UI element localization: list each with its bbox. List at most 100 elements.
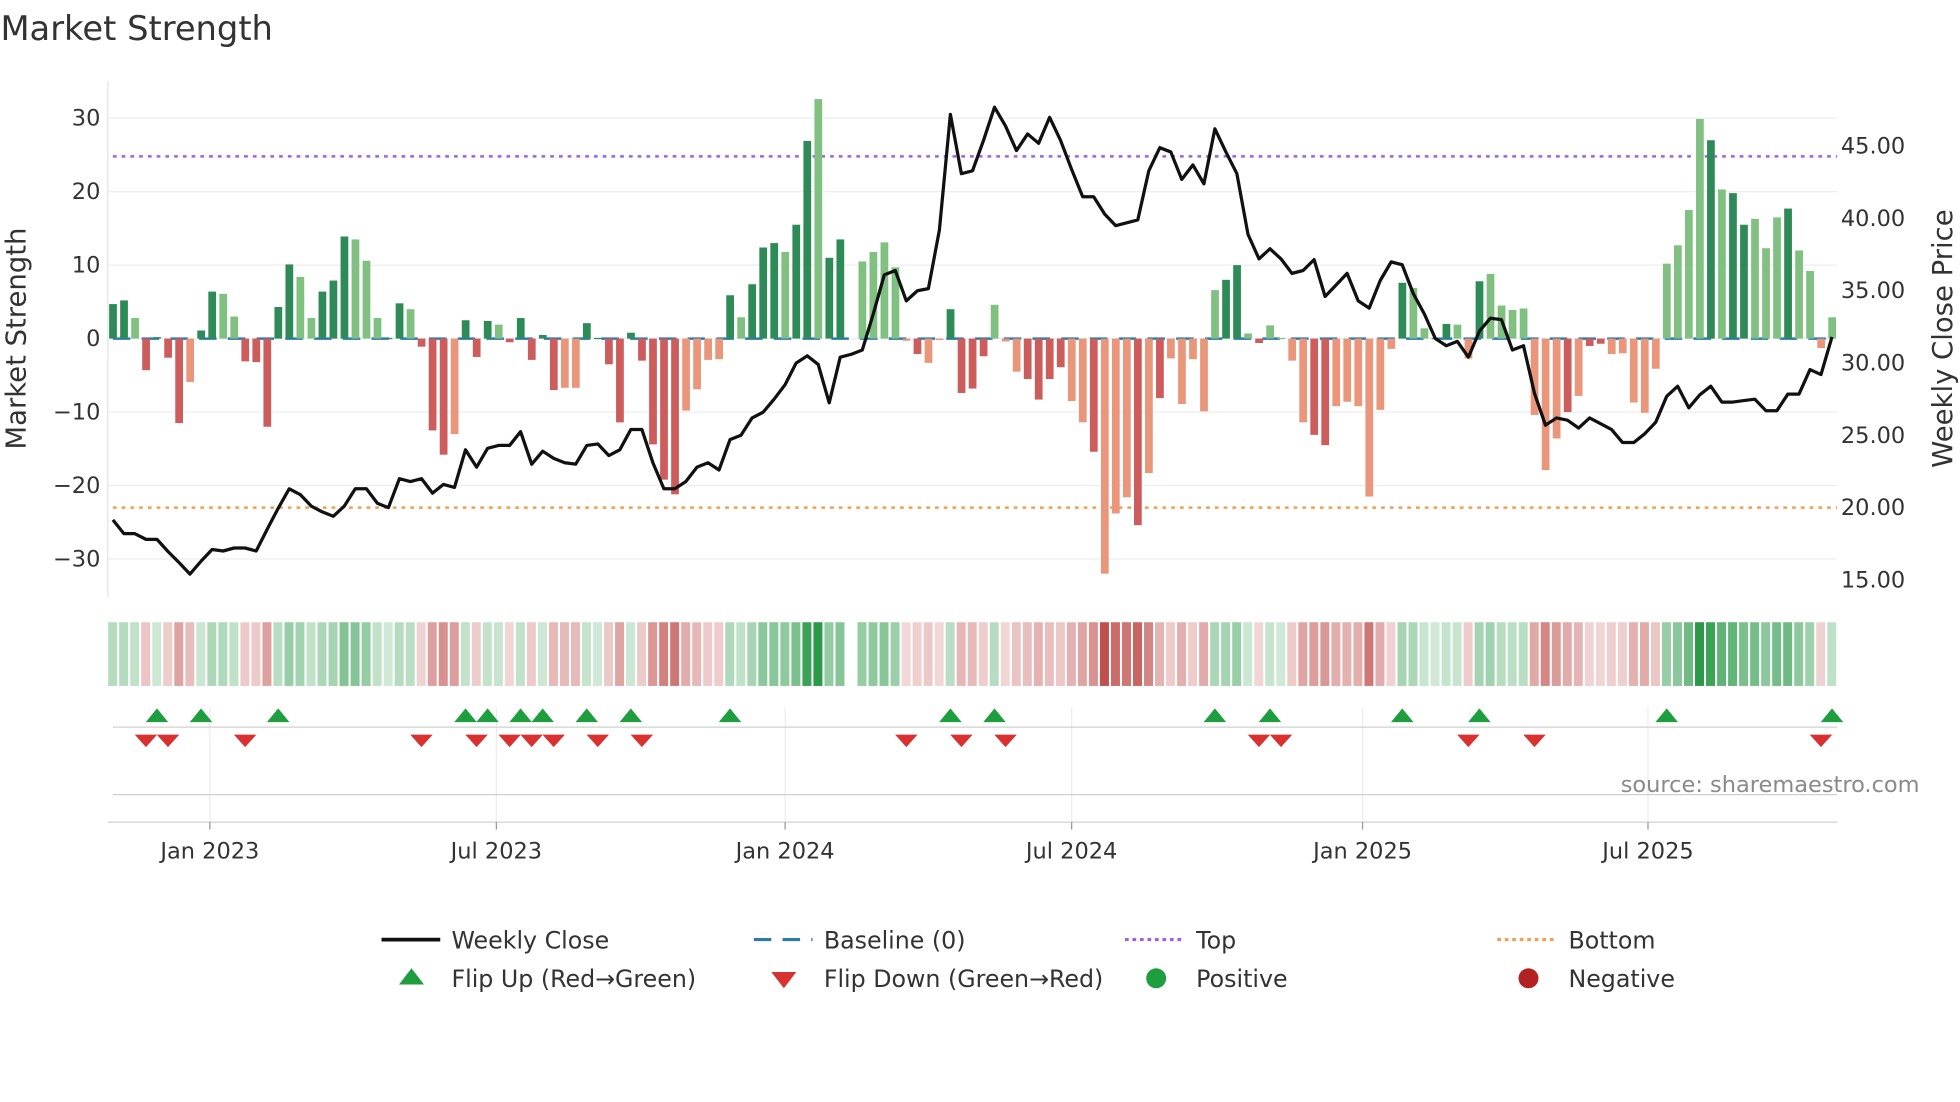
y2-tick-label: 35.00 (1841, 278, 1905, 304)
strength-bar (219, 293, 228, 339)
strength-bar (1420, 328, 1429, 339)
heatmap-cell (1827, 622, 1837, 686)
strength-bar (990, 304, 999, 339)
heatmap-cell (1166, 622, 1176, 686)
strength-bar (1156, 338, 1164, 399)
heatmap-cell (1496, 622, 1506, 686)
strength-bar (627, 332, 635, 339)
strength-bar (263, 338, 272, 427)
legend-item-flip-up: Flip Up (Red→Green) (399, 965, 696, 993)
flip-up-marker (1468, 708, 1491, 723)
heatmap-cell (1199, 622, 1209, 686)
strength-bar (814, 99, 823, 339)
y-tick-label: −20 (53, 473, 100, 499)
heatmap-cell (328, 622, 338, 686)
strength-bar (1685, 210, 1693, 339)
heatmap-cell (802, 622, 812, 686)
strength-bar (461, 320, 470, 339)
strength-bar (693, 338, 701, 390)
strength-bar (1519, 308, 1528, 339)
strength-bar (241, 338, 250, 362)
legend-label: Negative (1568, 965, 1674, 993)
strength-bar (527, 338, 536, 360)
heatmap-cell (879, 622, 889, 686)
strength-bar (1178, 338, 1186, 404)
strength-bar (660, 338, 668, 480)
heatmap-cell (1320, 622, 1330, 686)
heatmap-cell (670, 622, 680, 686)
flip-up-marker (476, 708, 499, 723)
strength-bar (1056, 338, 1065, 368)
strength-bar (1552, 338, 1561, 439)
heatmap-cell (350, 622, 360, 686)
flip-down-marker (630, 734, 654, 748)
strength-bar (1233, 265, 1241, 339)
heatmap-cell (1408, 622, 1418, 686)
strength-bar (1762, 248, 1770, 339)
strength-bar (549, 338, 558, 391)
heatmap-cell (1728, 622, 1738, 686)
heatmap-cell (1783, 622, 1793, 686)
strength-bar (649, 338, 657, 445)
circle-icon (1518, 968, 1539, 989)
flip-up-marker (454, 708, 477, 723)
strength-bar (1310, 338, 1319, 435)
heatmap-cell (108, 622, 118, 686)
heatmap-cell (1816, 622, 1826, 686)
flip-down-marker (994, 734, 1017, 748)
strength-bar (902, 338, 911, 341)
flip-up-marker (509, 708, 532, 723)
heatmap-cell (1077, 622, 1087, 686)
heatmap-cell (152, 622, 162, 686)
strength-bar (285, 264, 294, 339)
strength-bar (1100, 338, 1109, 574)
strength-bar (1255, 338, 1263, 344)
heatmap-cell (174, 622, 184, 686)
flip-down-marker (1269, 734, 1293, 748)
heatmap-cell (659, 622, 669, 686)
strength-bar (252, 338, 261, 363)
flip-down-marker (520, 734, 543, 748)
strength-bar (803, 140, 812, 339)
strength-bar (472, 338, 481, 357)
flip-down-marker (950, 734, 973, 748)
strength-bar (1585, 338, 1594, 346)
strength-bar (1111, 338, 1120, 514)
flip-down-marker (134, 734, 158, 748)
strength-bar (175, 338, 184, 424)
strength-bar (770, 243, 779, 339)
heatmap-cell (1243, 622, 1253, 686)
flip-up-marker (531, 708, 554, 723)
heatmap-cell (791, 622, 801, 686)
heatmap-cell (1452, 622, 1462, 686)
heatmap-cell (1397, 622, 1407, 686)
triangle-down-icon (771, 972, 797, 989)
strength-bar (1321, 338, 1330, 446)
y-tick-label: 10 (72, 253, 101, 279)
x-tick-label: Jan 2025 (1311, 838, 1412, 864)
heatmap-cell (1353, 622, 1363, 686)
strength-bar (968, 338, 977, 389)
heatmap-cell (251, 622, 261, 686)
strength-bar (120, 300, 128, 339)
strength-bar (1045, 338, 1054, 380)
heatmap-cell (295, 622, 305, 686)
strength-bar (1200, 338, 1208, 412)
heatmap-cell (1419, 622, 1429, 686)
strength-bar (329, 280, 338, 339)
heatmap-cell (1331, 622, 1341, 686)
legend-item-positive: Positive (1146, 965, 1288, 993)
heatmap-cell (835, 622, 845, 686)
strength-bar (516, 318, 525, 339)
strength-bar (1486, 273, 1495, 339)
heatmap-cell (493, 622, 503, 686)
strength-bar (1740, 224, 1748, 339)
heatmap-cell (1298, 622, 1308, 686)
strength-bar (924, 338, 933, 363)
heatmap-cell (692, 622, 702, 686)
heatmap-cell (284, 622, 294, 686)
heatmap-cell (207, 622, 217, 686)
legend-label: Weekly Close (451, 926, 609, 954)
heatmap-cell (548, 622, 558, 686)
heatmap-cell (273, 622, 283, 686)
